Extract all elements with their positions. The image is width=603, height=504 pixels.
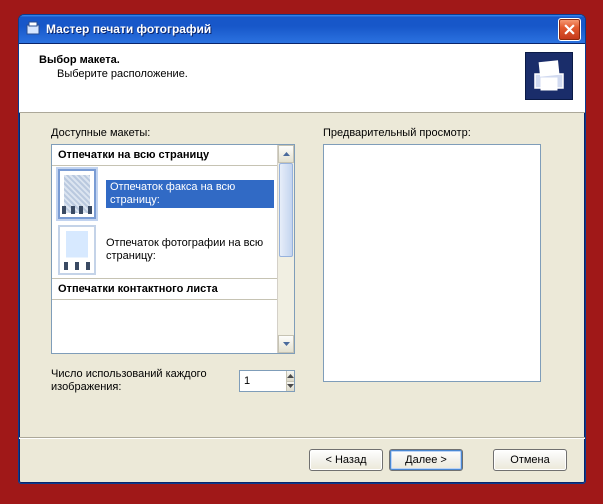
back-button[interactable]: < Назад bbox=[309, 449, 383, 471]
usage-count-label: Число использований каждого изображения: bbox=[51, 368, 229, 394]
layout-item-label: Отпечаток фотографии на всю страницу: bbox=[106, 237, 274, 263]
layout-item-label: Отпечаток факса на всю страницу: bbox=[106, 180, 274, 208]
window-title: Мастер печати фотографий bbox=[46, 22, 211, 36]
printer-icon bbox=[525, 52, 573, 100]
scrollbar-track[interactable] bbox=[278, 163, 294, 335]
usage-count-input[interactable] bbox=[240, 371, 286, 391]
next-button[interactable]: Далее > bbox=[389, 449, 463, 471]
cancel-button[interactable]: Отмена bbox=[493, 449, 567, 471]
wizard-window: Мастер печати фотографий Выбор макета. В… bbox=[18, 14, 586, 484]
scrollbar-thumb[interactable] bbox=[279, 163, 293, 257]
layout-item-photo-fullpage[interactable]: Отпечаток фотографии на всю страницу: bbox=[52, 222, 278, 278]
app-icon bbox=[25, 21, 41, 37]
layouts-listbox[interactable]: Отпечатки на всю страницу Отпечаток факс… bbox=[51, 144, 295, 354]
wizard-footer: < Назад Далее > Отмена bbox=[19, 438, 585, 483]
preview-pane bbox=[323, 144, 541, 382]
listbox-scrollbar[interactable] bbox=[277, 145, 294, 353]
spinner-down-button[interactable] bbox=[287, 382, 294, 392]
layout-thumb-icon bbox=[58, 225, 96, 275]
page-title: Выбор макета. bbox=[39, 54, 188, 66]
titlebar[interactable]: Мастер печати фотографий bbox=[19, 15, 585, 44]
layout-item-fax-fullpage[interactable]: Отпечаток факса на всю страницу: bbox=[52, 166, 278, 222]
preview-label: Предварительный просмотр: bbox=[323, 127, 541, 139]
layout-group-fullpage: Отпечатки на всю страницу bbox=[52, 145, 278, 166]
page-subtitle: Выберите расположение. bbox=[39, 68, 188, 80]
layout-group-contact: Отпечатки контактного листа bbox=[52, 278, 278, 300]
available-layouts-label: Доступные макеты: bbox=[51, 127, 295, 139]
scroll-down-button[interactable] bbox=[278, 335, 294, 353]
close-button[interactable] bbox=[558, 18, 581, 41]
usage-count-spinner[interactable] bbox=[239, 370, 295, 392]
wizard-header: Выбор макета. Выберите расположение. bbox=[19, 44, 585, 113]
scroll-up-button[interactable] bbox=[278, 145, 294, 163]
layout-thumb-icon bbox=[58, 169, 96, 219]
spinner-up-button[interactable] bbox=[287, 371, 294, 382]
